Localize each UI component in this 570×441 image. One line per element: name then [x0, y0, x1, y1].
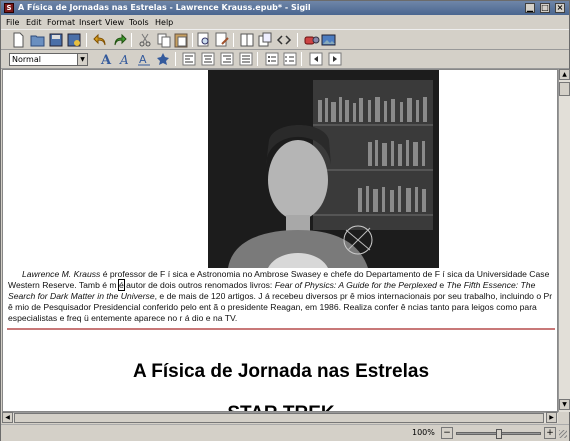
maximize-icon[interactable]: □ — [540, 3, 550, 13]
vertical-scrollbar[interactable]: ▲ ▼ — [558, 69, 570, 412]
open-folder-icon[interactable] — [30, 32, 46, 48]
scroll-left-icon[interactable]: ◀ — [2, 412, 13, 423]
scroll-down-icon[interactable]: ▼ — [559, 399, 570, 410]
menu-insert[interactable]: Insert — [79, 17, 102, 28]
scroll-right-icon[interactable]: ▶ — [546, 412, 557, 423]
find-icon[interactable] — [196, 32, 212, 48]
author-bio-paragraph[interactable]: Lawrence M. Krauss é professor de F í si… — [8, 269, 556, 324]
menu-view[interactable]: View — [105, 17, 124, 28]
book-title-1: Fear of Physics: A Guide for the Perplex… — [274, 280, 437, 290]
find-replace-icon[interactable] — [214, 32, 230, 48]
style-select[interactable]: Normal ▼ — [9, 53, 88, 66]
vertical-scroll-thumb[interactable] — [559, 82, 570, 96]
horizontal-scrollbar[interactable]: ◀ ▶ — [2, 412, 558, 423]
heading-2-icon[interactable]: A — [117, 51, 133, 67]
resize-grip-icon[interactable] — [559, 430, 567, 438]
heading-3-icon[interactable]: A — [136, 51, 152, 67]
minimize-icon[interactable]: ▁ — [525, 3, 535, 13]
svg-text:A: A — [119, 53, 129, 67]
menu-bar: File Edit Format Insert View Tools Help — [1, 16, 569, 29]
close-icon[interactable]: × — [555, 3, 565, 13]
redo-icon[interactable] — [112, 32, 128, 48]
number-list-icon[interactable] — [282, 51, 298, 67]
save-icon[interactable] — [48, 32, 64, 48]
align-justify-icon[interactable] — [238, 51, 254, 67]
book-view-editor[interactable]: Lawrence M. Krauss é professor de F í si… — [2, 69, 558, 412]
window-title: A Física de Jornadas nas Estrelas - Lawr… — [18, 3, 311, 12]
align-center-icon[interactable] — [200, 51, 216, 67]
author-photo — [208, 70, 439, 268]
chapter-subheading: STAR TREK — [3, 403, 557, 411]
zoom-in-button[interactable]: + — [544, 427, 556, 439]
save-as-icon[interactable] — [66, 32, 82, 48]
align-right-icon[interactable] — [219, 51, 235, 67]
decrease-indent-icon[interactable] — [308, 51, 324, 67]
zoom-out-button[interactable]: − — [441, 427, 453, 439]
new-file-icon[interactable] — [10, 32, 26, 48]
menu-format[interactable]: Format — [47, 17, 75, 28]
split-view-icon[interactable] — [257, 32, 273, 48]
undo-icon[interactable] — [92, 32, 108, 48]
heading-1-icon[interactable]: A — [98, 51, 114, 67]
toolbar-separator — [86, 33, 87, 47]
scroll-up-icon[interactable]: ▲ — [559, 69, 570, 80]
zoom-slider-thumb[interactable] — [496, 429, 502, 439]
chapter-heading: A Física de Jornada nas Estrelas — [132, 361, 430, 382]
main-toolbar — [1, 29, 569, 50]
menu-tools[interactable]: Tools — [129, 17, 149, 28]
bio-text-2: autor de dois outros renomados livros: — [123, 280, 275, 290]
cut-icon[interactable] — [137, 32, 153, 48]
zoom-slider[interactable] — [456, 429, 541, 439]
copy-icon[interactable] — [156, 32, 172, 48]
author-name: Lawrence M. Krauss — [22, 269, 101, 279]
toolbar-separator — [131, 33, 132, 47]
chevron-down-icon[interactable]: ▼ — [77, 54, 87, 65]
toolbar-separator — [192, 33, 193, 47]
paste-icon[interactable] — [173, 32, 189, 48]
toolbar-separator — [175, 52, 176, 66]
status-bar: 100% − + — [1, 424, 569, 441]
bullet-list-icon[interactable] — [264, 51, 280, 67]
menu-file[interactable]: File — [6, 17, 19, 28]
menu-edit[interactable]: Edit — [26, 17, 42, 28]
book-view-icon[interactable] — [239, 32, 255, 48]
horizontal-rule — [7, 328, 555, 330]
title-bar[interactable]: S A Física de Jornadas nas Estrelas - La… — [1, 1, 569, 15]
spellcheck-icon[interactable] — [304, 32, 320, 48]
toolbar-separator — [297, 33, 298, 47]
heading-4-icon[interactable] — [155, 51, 171, 67]
bio-text-3: e — [436, 280, 447, 290]
code-view-icon[interactable] — [276, 32, 292, 48]
toolbar-separator — [233, 33, 234, 47]
increase-indent-icon[interactable] — [327, 51, 343, 67]
zoom-level: 100% — [412, 428, 435, 437]
align-left-icon[interactable] — [181, 51, 197, 67]
toolbar-separator — [301, 52, 302, 66]
format-toolbar: Normal ▼ A A A — [1, 50, 569, 69]
toolbar-separator — [257, 52, 258, 66]
main-window: S A Física de Jornadas nas Estrelas - La… — [0, 0, 570, 441]
style-select-value: Normal — [12, 55, 41, 64]
horizontal-scroll-thumb[interactable] — [14, 413, 544, 423]
menu-help[interactable]: Help — [155, 17, 173, 28]
sigil-app-icon[interactable]: S — [4, 3, 14, 13]
svg-text:A: A — [100, 53, 112, 67]
insert-image-icon[interactable] — [321, 32, 337, 48]
svg-text:A: A — [139, 53, 147, 66]
